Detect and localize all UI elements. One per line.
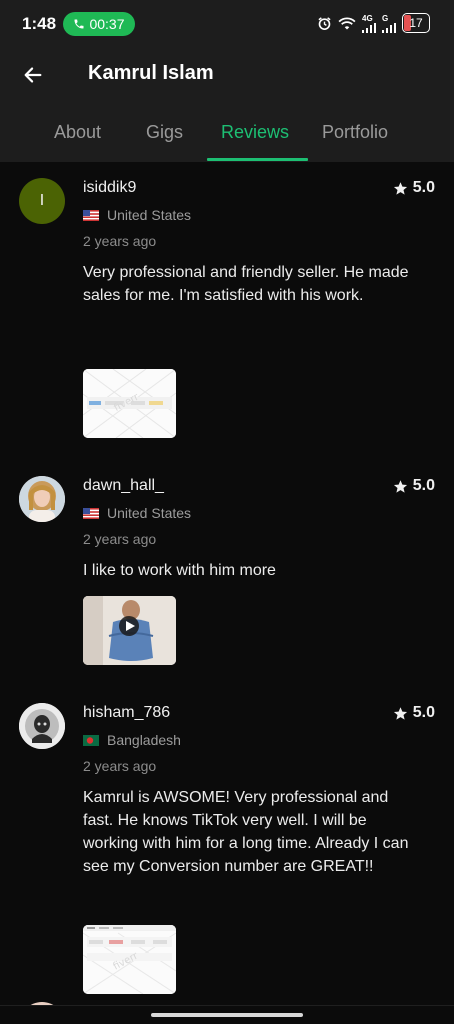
star-icon: [393, 181, 407, 195]
review-item: I isiddik9 5.0 United States 2 years ago…: [0, 162, 454, 460]
call-duration: 00:37: [89, 16, 125, 32]
review-text: I like to work with him more: [83, 562, 276, 579]
reviewer-username[interactable]: dawn_hall_: [83, 477, 164, 495]
signal-4g: 4G: [362, 14, 376, 33]
review-attachment-thumbnail[interactable]: fiverr: [83, 925, 176, 994]
star-icon: [393, 479, 407, 493]
review-item: hisham_786 5.0 Bangladesh 2 years ago Ka…: [0, 687, 454, 1012]
home-indicator[interactable]: [151, 1013, 303, 1017]
review-date: 2 years ago: [83, 233, 157, 249]
status-bar: 1:48 00:37 4G G 17: [0, 0, 454, 48]
review-item: dawn_hall_ 5.0 United States 2 years ago…: [0, 460, 454, 687]
review-date: 2 years ago: [83, 531, 157, 547]
tab-bar: About Gigs Reviews Portfolio: [0, 110, 454, 162]
avatar[interactable]: [19, 703, 65, 749]
battery-level: 17: [409, 16, 423, 30]
alarm-icon: [318, 16, 331, 30]
active-tab-indicator: [207, 158, 308, 161]
reviewer-username[interactable]: isiddik9: [83, 179, 136, 197]
avatar-photo: [19, 476, 65, 522]
phone-icon: [74, 19, 84, 29]
review-date: 2 years ago: [83, 758, 157, 774]
back-button[interactable]: [18, 60, 48, 90]
app-header: Kamrul Islam About Gigs Reviews Portfoli…: [0, 48, 454, 162]
avatar[interactable]: [19, 476, 65, 522]
rating-value: 5.0: [412, 477, 435, 494]
us-flag-icon: [83, 507, 99, 519]
ongoing-call-pill[interactable]: 00:37: [63, 12, 135, 36]
page-title: Kamrul Islam: [88, 62, 214, 84]
star-icon: [393, 706, 407, 720]
screenshot-image: fiverr: [83, 369, 176, 438]
country-name: Bangladesh: [107, 732, 181, 748]
tab-about[interactable]: About: [54, 122, 101, 143]
video-image: [83, 596, 176, 665]
status-icons: 4G G 17: [317, 13, 430, 33]
avatar-photo: [19, 703, 65, 749]
battery-icon: 17: [402, 13, 430, 33]
country-name: United States: [107, 505, 192, 521]
reviewer-country: Bangladesh: [83, 732, 181, 748]
rating-value: 5.0: [412, 179, 435, 196]
screenshot-image: fiverr: [83, 925, 176, 994]
network-type-label: 4G: [362, 13, 373, 23]
tab-reviews[interactable]: Reviews: [221, 122, 289, 143]
status-time: 1:48: [22, 14, 57, 33]
tab-portfolio[interactable]: Portfolio: [322, 122, 388, 143]
network-type-label-2: G: [382, 13, 389, 23]
bd-flag-icon: [83, 734, 99, 746]
review-video-thumbnail[interactable]: [83, 596, 176, 665]
signal-bars-icon-2: [382, 22, 396, 33]
country-name: United States: [107, 207, 192, 223]
reviewer-username[interactable]: hisham_786: [83, 704, 170, 722]
arrow-left-icon: [24, 67, 42, 83]
rating-value: 5.0: [412, 704, 435, 721]
tab-gigs[interactable]: Gigs: [146, 122, 183, 143]
review-text: Very professional and friendly seller. H…: [83, 264, 409, 304]
review-text: Kamrul is AWSOME! Very professional and …: [83, 789, 409, 875]
review-attachment-thumbnail[interactable]: fiverr: [83, 369, 176, 438]
reviewer-country: United States: [83, 505, 191, 521]
reviewer-country: United States: [83, 207, 191, 223]
review-rating: 5.0: [393, 704, 435, 722]
avatar[interactable]: I: [19, 178, 65, 224]
reviews-list[interactable]: I isiddik9 5.0 United States 2 years ago…: [0, 162, 454, 1012]
review-rating: 5.0: [393, 477, 435, 495]
us-flag-icon: [83, 209, 99, 221]
wifi-icon: [338, 17, 356, 29]
signal-g: G: [382, 14, 396, 33]
review-rating: 5.0: [393, 179, 435, 197]
signal-bars-icon: [362, 22, 376, 33]
